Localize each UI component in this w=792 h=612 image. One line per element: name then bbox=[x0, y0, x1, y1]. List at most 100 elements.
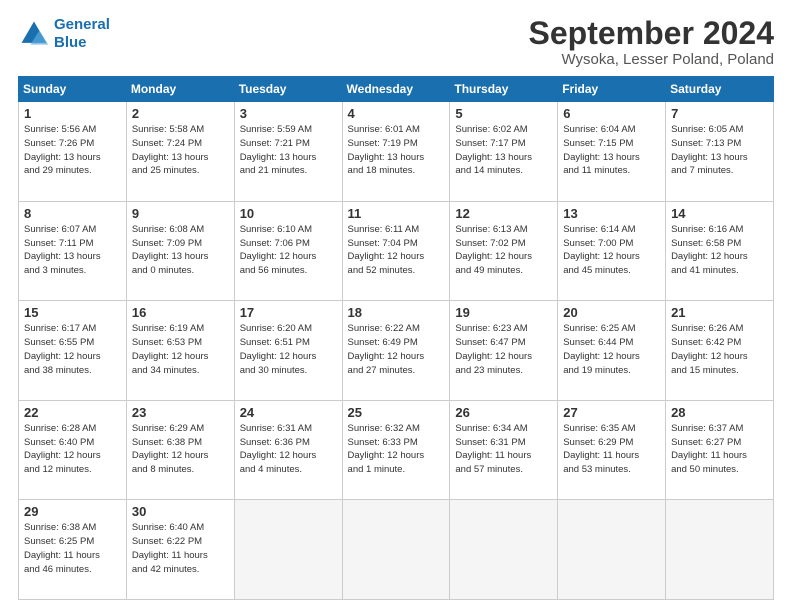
day-info: Sunrise: 6:08 AM Sunset: 7:09 PM Dayligh… bbox=[132, 223, 229, 278]
day-info: Sunrise: 6:20 AM Sunset: 6:51 PM Dayligh… bbox=[240, 322, 337, 377]
day-cell-23: 23Sunrise: 6:29 AM Sunset: 6:38 PM Dayli… bbox=[126, 400, 234, 500]
day-cell-21: 21 Sunrise: 6:26 AM Sunset: 6:42 PM Dayli… bbox=[666, 301, 774, 401]
day-cell-6: 6 Sunrise: 6:04 AM Sunset: 7:15 PM Daylig… bbox=[558, 102, 666, 202]
main-title: September 2024 bbox=[529, 16, 774, 51]
day-number: 12 bbox=[455, 206, 552, 221]
day-info: Sunrise: 6:38 AM Sunset: 6:25 PM Dayligh… bbox=[24, 521, 121, 576]
day-number: 14 bbox=[671, 206, 768, 221]
day-info: Sunrise: 6:10 AM Sunset: 7:06 PM Dayligh… bbox=[240, 223, 337, 278]
title-block: September 2024 Wysoka, Lesser Poland, Po… bbox=[529, 16, 774, 68]
weekday-header-sunday: Sunday bbox=[19, 77, 127, 102]
day-number: 6 bbox=[563, 106, 660, 121]
weekday-header-thursday: Thursday bbox=[450, 77, 558, 102]
day-cell-19: 19 Sunrise: 6:23 AM Sunset: 6:47 PM Dayli… bbox=[450, 301, 558, 401]
weekday-header-saturday: Saturday bbox=[666, 77, 774, 102]
day-number: 22 bbox=[24, 405, 121, 420]
day-number: 26 bbox=[455, 405, 552, 420]
day-info: Sunrise: 6:25 AM Sunset: 6:44 PM Dayligh… bbox=[563, 322, 660, 377]
day-info: Sunrise: 6:02 AM Sunset: 7:17 PM Dayligh… bbox=[455, 123, 552, 178]
day-info: Sunrise: 5:56 AM Sunset: 7:26 PM Dayligh… bbox=[24, 123, 121, 178]
empty-cell bbox=[234, 500, 342, 600]
weekday-header-row: SundayMondayTuesdayWednesdayThursdayFrid… bbox=[19, 77, 774, 102]
day-info: Sunrise: 6:28 AM Sunset: 6:40 PM Dayligh… bbox=[24, 422, 121, 477]
weekday-header-monday: Monday bbox=[126, 77, 234, 102]
logo-blue-text: Blue bbox=[54, 34, 87, 51]
day-number: 29 bbox=[24, 504, 121, 519]
day-number: 25 bbox=[348, 405, 445, 420]
day-number: 1 bbox=[24, 106, 121, 121]
day-cell-3: 3 Sunrise: 5:59 AM Sunset: 7:21 PM Daylig… bbox=[234, 102, 342, 202]
day-number: 20 bbox=[563, 305, 660, 320]
day-cell-17: 17 Sunrise: 6:20 AM Sunset: 6:51 PM Dayli… bbox=[234, 301, 342, 401]
day-number: 11 bbox=[348, 206, 445, 221]
day-cell-25: 25 Sunrise: 6:32 AM Sunset: 6:33 PM Dayli… bbox=[342, 400, 450, 500]
week-row-2: 8Sunrise: 6:07 AM Sunset: 7:11 PM Daylig… bbox=[19, 201, 774, 301]
day-info: Sunrise: 6:14 AM Sunset: 7:00 PM Dayligh… bbox=[563, 223, 660, 278]
day-cell-12: 12 Sunrise: 6:13 AM Sunset: 7:02 PM Dayli… bbox=[450, 201, 558, 301]
empty-cell bbox=[558, 500, 666, 600]
day-info: Sunrise: 6:17 AM Sunset: 6:55 PM Dayligh… bbox=[24, 322, 121, 377]
day-cell-2: 2 Sunrise: 5:58 AM Sunset: 7:24 PM Daylig… bbox=[126, 102, 234, 202]
day-info: Sunrise: 6:26 AM Sunset: 6:42 PM Dayligh… bbox=[671, 322, 768, 377]
day-info: Sunrise: 6:37 AM Sunset: 6:27 PM Dayligh… bbox=[671, 422, 768, 477]
week-row-1: 1 Sunrise: 5:56 AM Sunset: 7:26 PM Daylig… bbox=[19, 102, 774, 202]
day-cell-28: 28 Sunrise: 6:37 AM Sunset: 6:27 PM Dayli… bbox=[666, 400, 774, 500]
logo: General Blue bbox=[18, 16, 110, 52]
logo-icon bbox=[18, 18, 50, 50]
day-cell-14: 14 Sunrise: 6:16 AM Sunset: 6:58 PM Dayli… bbox=[666, 201, 774, 301]
day-info: Sunrise: 6:01 AM Sunset: 7:19 PM Dayligh… bbox=[348, 123, 445, 178]
day-cell-5: 5 Sunrise: 6:02 AM Sunset: 7:17 PM Daylig… bbox=[450, 102, 558, 202]
day-number: 4 bbox=[348, 106, 445, 121]
day-info: Sunrise: 6:35 AM Sunset: 6:29 PM Dayligh… bbox=[563, 422, 660, 477]
day-number: 24 bbox=[240, 405, 337, 420]
day-number: 17 bbox=[240, 305, 337, 320]
day-number: 5 bbox=[455, 106, 552, 121]
day-number: 30 bbox=[132, 504, 229, 519]
day-info: Sunrise: 6:31 AM Sunset: 6:36 PM Dayligh… bbox=[240, 422, 337, 477]
header: General Blue September 2024 Wysoka, Less… bbox=[18, 16, 774, 68]
day-number: 18 bbox=[348, 305, 445, 320]
day-info: Sunrise: 5:58 AM Sunset: 7:24 PM Dayligh… bbox=[132, 123, 229, 178]
week-row-4: 22 Sunrise: 6:28 AM Sunset: 6:40 PM Dayli… bbox=[19, 400, 774, 500]
week-row-5: 29 Sunrise: 6:38 AM Sunset: 6:25 PM Dayli… bbox=[19, 500, 774, 600]
day-cell-10: 10 Sunrise: 6:10 AM Sunset: 7:06 PM Dayli… bbox=[234, 201, 342, 301]
day-cell-20: 20 Sunrise: 6:25 AM Sunset: 6:44 PM Dayli… bbox=[558, 301, 666, 401]
day-number: 10 bbox=[240, 206, 337, 221]
day-cell-8: 8Sunrise: 6:07 AM Sunset: 7:11 PM Daylig… bbox=[19, 201, 127, 301]
day-info: Sunrise: 6:11 AM Sunset: 7:04 PM Dayligh… bbox=[348, 223, 445, 278]
day-number: 23 bbox=[132, 405, 229, 420]
day-cell-16: 16Sunrise: 6:19 AM Sunset: 6:53 PM Dayli… bbox=[126, 301, 234, 401]
day-info: Sunrise: 6:05 AM Sunset: 7:13 PM Dayligh… bbox=[671, 123, 768, 178]
subtitle: Wysoka, Lesser Poland, Poland bbox=[529, 51, 774, 68]
day-info: Sunrise: 6:04 AM Sunset: 7:15 PM Dayligh… bbox=[563, 123, 660, 178]
day-cell-30: 30Sunrise: 6:40 AM Sunset: 6:22 PM Dayli… bbox=[126, 500, 234, 600]
day-info: Sunrise: 6:23 AM Sunset: 6:47 PM Dayligh… bbox=[455, 322, 552, 377]
day-number: 21 bbox=[671, 305, 768, 320]
day-number: 16 bbox=[132, 305, 229, 320]
day-number: 3 bbox=[240, 106, 337, 121]
weekday-header-tuesday: Tuesday bbox=[234, 77, 342, 102]
empty-cell bbox=[450, 500, 558, 600]
day-number: 2 bbox=[132, 106, 229, 121]
logo-general: General bbox=[54, 16, 110, 33]
page: General Blue September 2024 Wysoka, Less… bbox=[0, 0, 792, 612]
day-number: 28 bbox=[671, 405, 768, 420]
day-info: Sunrise: 6:13 AM Sunset: 7:02 PM Dayligh… bbox=[455, 223, 552, 278]
day-cell-18: 18Sunrise: 6:22 AM Sunset: 6:49 PM Dayli… bbox=[342, 301, 450, 401]
day-number: 8 bbox=[24, 206, 121, 221]
day-info: Sunrise: 6:16 AM Sunset: 6:58 PM Dayligh… bbox=[671, 223, 768, 278]
logo-text: General Blue bbox=[54, 16, 110, 52]
day-cell-26: 26 Sunrise: 6:34 AM Sunset: 6:31 PM Dayli… bbox=[450, 400, 558, 500]
day-cell-27: 27Sunrise: 6:35 AM Sunset: 6:29 PM Dayli… bbox=[558, 400, 666, 500]
day-cell-15: 15Sunrise: 6:17 AM Sunset: 6:55 PM Dayli… bbox=[19, 301, 127, 401]
day-info: Sunrise: 5:59 AM Sunset: 7:21 PM Dayligh… bbox=[240, 123, 337, 178]
day-info: Sunrise: 6:32 AM Sunset: 6:33 PM Dayligh… bbox=[348, 422, 445, 477]
day-info: Sunrise: 6:34 AM Sunset: 6:31 PM Dayligh… bbox=[455, 422, 552, 477]
day-cell-7: 7Sunrise: 6:05 AM Sunset: 7:13 PM Daylig… bbox=[666, 102, 774, 202]
day-number: 19 bbox=[455, 305, 552, 320]
day-cell-29: 29 Sunrise: 6:38 AM Sunset: 6:25 PM Dayli… bbox=[19, 500, 127, 600]
day-cell-9: 9 Sunrise: 6:08 AM Sunset: 7:09 PM Daylig… bbox=[126, 201, 234, 301]
week-row-3: 15Sunrise: 6:17 AM Sunset: 6:55 PM Dayli… bbox=[19, 301, 774, 401]
day-number: 9 bbox=[132, 206, 229, 221]
weekday-header-wednesday: Wednesday bbox=[342, 77, 450, 102]
